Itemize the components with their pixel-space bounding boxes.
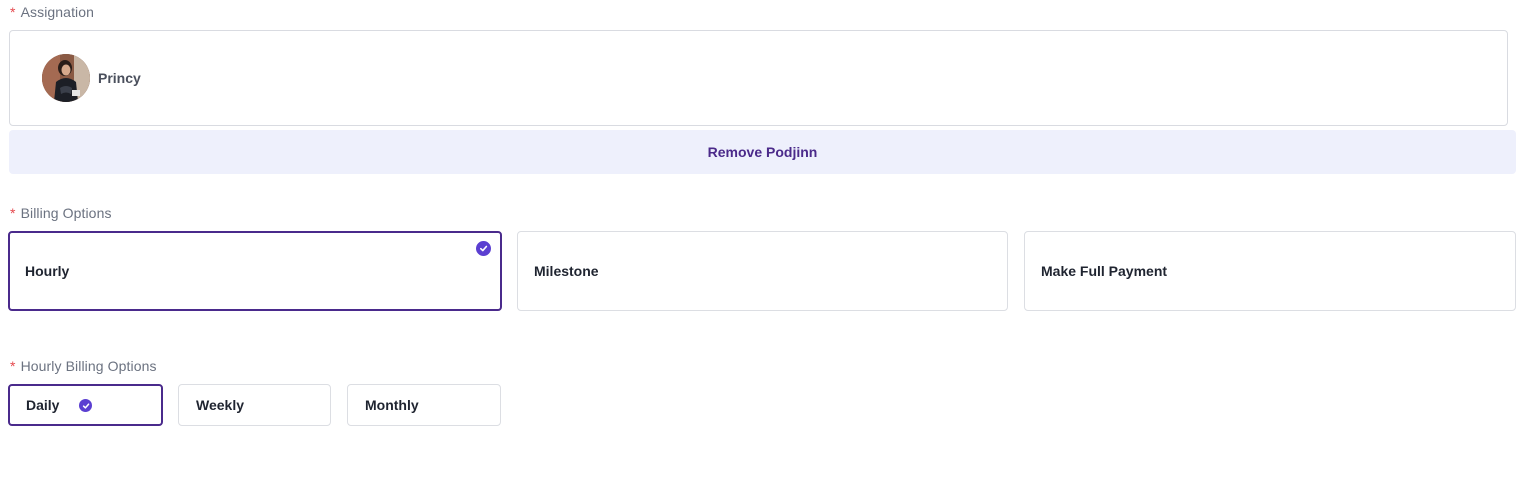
required-mark: * [10,358,16,374]
hourly-option-monthly[interactable]: Monthly [347,384,501,426]
billing-option-milestone[interactable]: Milestone [517,231,1008,311]
avatar [42,54,90,102]
hourly-option-label: Daily [26,397,60,413]
hourly-option-label: Monthly [365,397,419,413]
hourly-billing-options-label: * Hourly Billing Options [10,358,157,374]
hourly-option-daily[interactable]: Daily [8,384,163,426]
assignation-box[interactable]: Princy [9,30,1508,126]
assignee-chip[interactable]: Princy [42,54,141,102]
required-mark: * [10,4,16,20]
hourly-billing-options-label-text: Hourly Billing Options [20,358,157,374]
assignation-label: * Assignation [10,4,94,20]
billing-option-label: Hourly [25,263,70,279]
billing-option-full-payment[interactable]: Make Full Payment [1024,231,1516,311]
page: * Assignation Princy Remove Podjinn * Bill [0,0,1535,489]
billing-options-label-text: Billing Options [20,205,112,221]
billing-option-label: Milestone [534,263,599,279]
hourly-option-weekly[interactable]: Weekly [178,384,331,426]
assignee-name: Princy [98,70,141,86]
required-mark: * [10,205,16,221]
assignation-label-text: Assignation [20,4,95,20]
billing-options-label: * Billing Options [10,205,112,221]
check-icon [476,241,491,256]
remove-assignee-button[interactable]: Remove Podjinn [9,130,1516,174]
billing-option-hourly[interactable]: Hourly [8,231,502,311]
avatar-image [42,54,90,102]
check-icon [79,399,92,412]
billing-option-label: Make Full Payment [1041,263,1168,279]
hourly-option-label: Weekly [196,397,244,413]
